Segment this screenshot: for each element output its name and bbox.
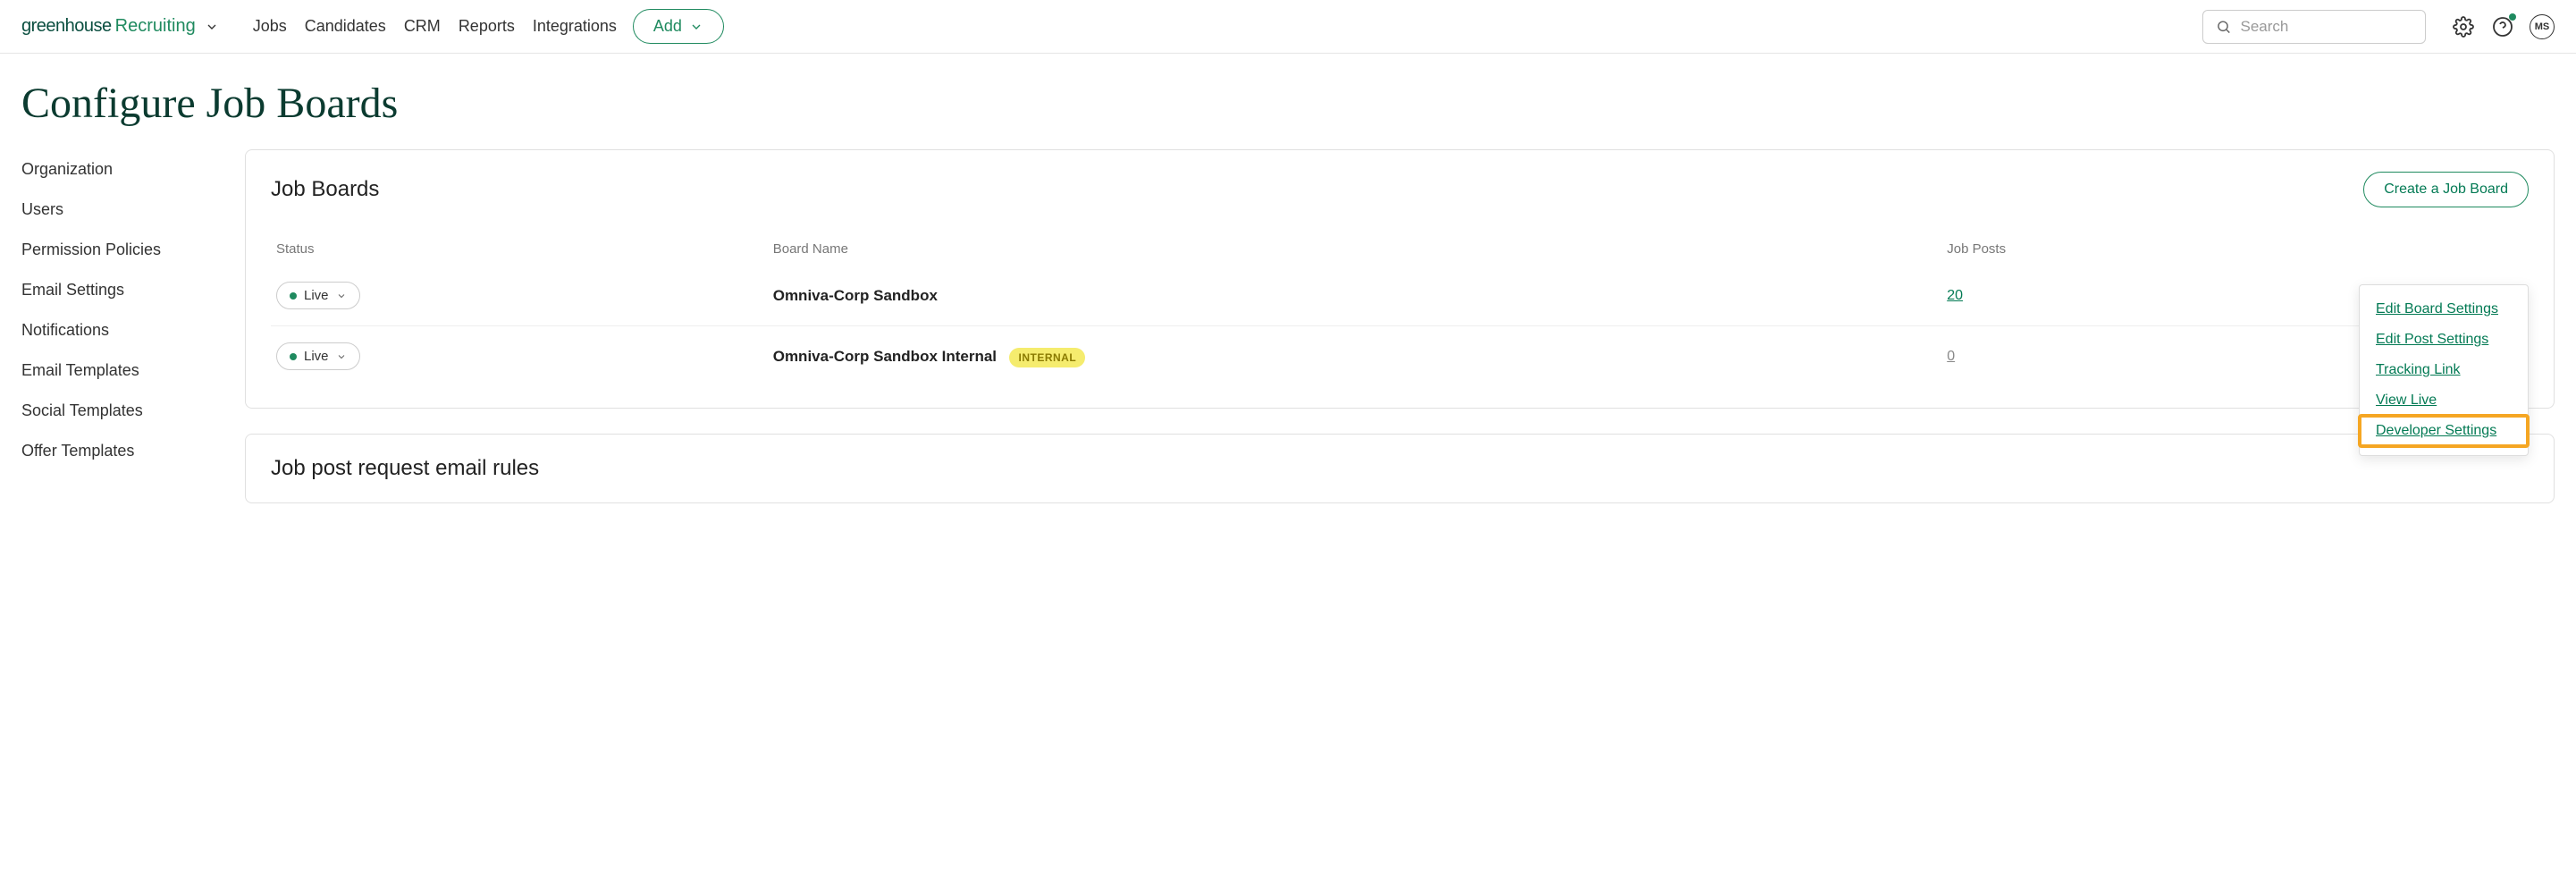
menu-edit-post-settings[interactable]: Edit Post Settings — [2360, 325, 2528, 355]
page-layout: Organization Users Permission Policies E… — [0, 149, 2576, 528]
menu-edit-board-settings[interactable]: Edit Board Settings — [2360, 294, 2528, 325]
col-header-name: Board Name — [768, 232, 1942, 266]
settings-sidebar: Organization Users Permission Policies E… — [21, 149, 209, 528]
nav-reports[interactable]: Reports — [459, 17, 515, 36]
gear-icon — [2453, 16, 2474, 38]
nav-crm[interactable]: CRM — [404, 17, 441, 36]
job-boards-panel: Job Boards Create a Job Board Status Boa… — [245, 149, 2555, 409]
col-header-posts: Job Posts — [1941, 232, 2348, 266]
internal-badge: INTERNAL — [1009, 348, 1085, 367]
panel-title: Job post request email rules — [271, 456, 2529, 481]
settings-button[interactable] — [2451, 14, 2476, 39]
chevron-down-icon — [336, 291, 347, 301]
table-row: Live Omniva-Corp Sandbox 20 ••• — [271, 266, 2529, 326]
logo-greenhouse: greenhouse — [21, 16, 112, 37]
panel-title: Job Boards — [271, 177, 379, 202]
sidebar-item-email-templates[interactable]: Email Templates — [21, 350, 209, 391]
search-icon — [2216, 18, 2232, 36]
menu-developer-settings[interactable]: Developer Settings — [2360, 416, 2528, 446]
search-box[interactable] — [2202, 10, 2426, 44]
sidebar-item-offer-templates[interactable]: Offer Templates — [21, 431, 209, 471]
menu-tracking-link[interactable]: Tracking Link — [2360, 355, 2528, 385]
nav-integrations[interactable]: Integrations — [533, 17, 617, 36]
search-input[interactable] — [2241, 18, 2413, 36]
job-posts-count[interactable]: 20 — [1947, 288, 1963, 303]
status-dot-icon — [290, 353, 297, 360]
topbar: greenhouse Recruiting Jobs Candidates CR… — [0, 0, 2576, 54]
sidebar-item-users[interactable]: Users — [21, 190, 209, 230]
logo[interactable]: greenhouse Recruiting — [21, 16, 219, 37]
logo-recruiting: Recruiting — [115, 16, 196, 37]
user-avatar[interactable]: MS — [2530, 14, 2555, 39]
menu-view-live[interactable]: View Live — [2360, 385, 2528, 416]
main-nav: Jobs Candidates CRM Reports Integrations — [253, 17, 617, 36]
avatar-initials: MS — [2535, 21, 2550, 32]
page-title: Configure Job Boards — [0, 54, 2576, 149]
job-posts-count[interactable]: 0 — [1947, 349, 1955, 364]
status-chip[interactable]: Live — [276, 342, 360, 370]
nav-jobs[interactable]: Jobs — [253, 17, 287, 36]
help-button[interactable] — [2490, 14, 2515, 39]
main-content: Job Boards Create a Job Board Status Boa… — [245, 149, 2555, 528]
status-label: Live — [304, 288, 329, 303]
sidebar-item-notifications[interactable]: Notifications — [21, 310, 209, 350]
sidebar-item-permission-policies[interactable]: Permission Policies — [21, 230, 209, 270]
sidebar-item-organization[interactable]: Organization — [21, 149, 209, 190]
add-button-label: Add — [653, 17, 682, 36]
chevron-down-icon[interactable] — [205, 20, 219, 34]
col-header-status: Status — [271, 232, 768, 266]
status-dot-icon — [290, 292, 297, 300]
rules-panel: Job post request email rules — [245, 434, 2555, 503]
topbar-icons: MS — [2451, 14, 2555, 39]
notification-dot-icon — [2509, 13, 2516, 21]
board-name: Omniva-Corp Sandbox Internal — [773, 348, 997, 365]
board-name: Omniva-Corp Sandbox — [773, 287, 938, 304]
nav-candidates[interactable]: Candidates — [305, 17, 386, 36]
create-job-board-button[interactable]: Create a Job Board — [2363, 172, 2529, 207]
row-actions-menu: Edit Board Settings Edit Post Settings T… — [2359, 284, 2529, 456]
chevron-down-icon — [336, 351, 347, 362]
sidebar-item-email-settings[interactable]: Email Settings — [21, 270, 209, 310]
table-row: Live Omniva-Corp Sandbox Internal INTERN… — [271, 326, 2529, 387]
status-chip[interactable]: Live — [276, 282, 360, 309]
chevron-down-icon — [689, 20, 703, 34]
sidebar-item-social-templates[interactable]: Social Templates — [21, 391, 209, 431]
add-button[interactable]: Add — [633, 9, 724, 44]
status-label: Live — [304, 349, 329, 364]
job-boards-table: Status Board Name Job Posts Live — [271, 232, 2529, 386]
